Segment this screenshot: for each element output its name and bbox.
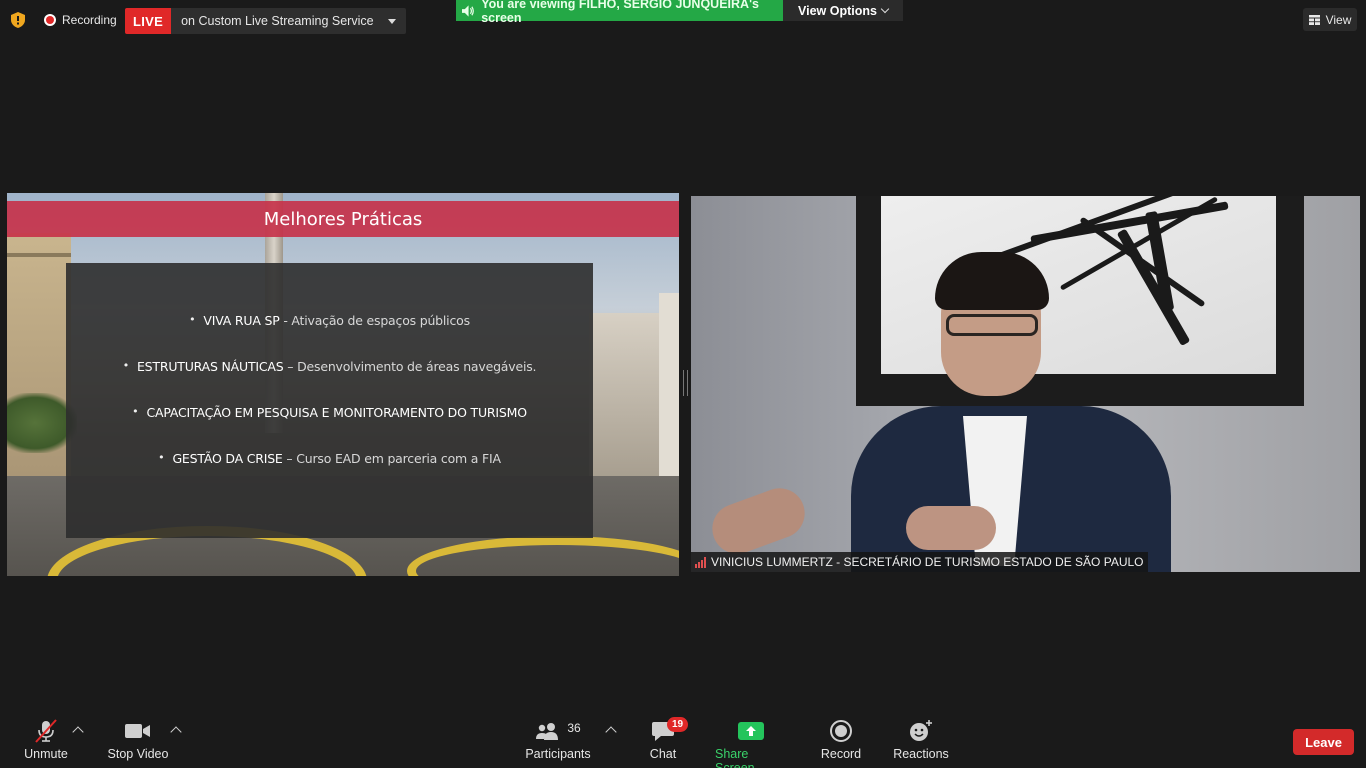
- view-options-button[interactable]: View Options: [783, 0, 903, 21]
- view-label: View: [1325, 12, 1352, 27]
- participants-label: Participants: [525, 747, 591, 761]
- slide-background-tower: [659, 293, 679, 483]
- unmute-button[interactable]: Unmute: [22, 718, 70, 761]
- participants-count: 36: [567, 721, 581, 735]
- speaker-hand: [906, 506, 996, 550]
- slide-bullet: • GESTÃO DA CRISE – Curso EAD em parceri…: [66, 451, 593, 466]
- shared-screen[interactable]: Melhores Práticas • VIVA RUA SP - Ativaç…: [7, 193, 679, 576]
- viewing-notice: You are viewing FILHO, SERGIO JUNQUEIRA'…: [456, 0, 783, 25]
- record-icon: [830, 720, 852, 742]
- bullet-text: - Ativação de espaços públicos: [279, 313, 470, 328]
- recording-indicator[interactable]: Recording: [44, 13, 117, 27]
- unmute-label: Unmute: [24, 747, 68, 761]
- participants-button[interactable]: 36 Participants: [525, 718, 591, 761]
- video-options-caret[interactable]: [170, 726, 182, 738]
- slide-bullet: • CAPACITAÇÃO EM PESQUISA E MONITORAMENT…: [66, 405, 593, 420]
- live-service-label: on Custom Live Streaming Service: [181, 14, 374, 28]
- recording-icon: [44, 14, 56, 26]
- bullet-heading: GESTÃO DA CRISE: [172, 451, 283, 466]
- slide-bullet: • VIVA RUA SP - Ativação de espaços públ…: [66, 313, 593, 328]
- record-label: Record: [820, 747, 862, 761]
- speaker-name-tag: VINICIUS LUMMERTZ - SECRETÁRIO DE TURISM…: [691, 552, 1148, 572]
- video-camera-icon: [125, 724, 150, 738]
- slide-content-panel: • VIVA RUA SP - Ativação de espaços públ…: [66, 263, 593, 538]
- view-button[interactable]: View: [1303, 8, 1357, 31]
- stop-video-button[interactable]: Stop Video: [106, 718, 170, 761]
- slide-background-building: [7, 233, 71, 493]
- slide-bullet: • ESTRUTURAS NÁUTICAS – Desenvolvimento …: [66, 359, 593, 374]
- view-grid-icon: [1308, 14, 1320, 25]
- chat-unread-badge: 19: [667, 717, 688, 732]
- bullet-dot: •: [189, 313, 196, 326]
- live-service-dropdown[interactable]: on Custom Live Streaming Service: [171, 8, 406, 34]
- signal-bars-icon: [695, 556, 706, 568]
- bullet-heading: CAPACITAÇÃO EM PESQUISA E MONITORAMENTO …: [146, 405, 527, 420]
- slide-title-bar: Melhores Práticas: [7, 201, 679, 237]
- record-button[interactable]: Record: [820, 718, 862, 761]
- reactions-button[interactable]: Reactions: [893, 718, 949, 761]
- speaker-video[interactable]: [691, 196, 1360, 572]
- speaker-glasses: [946, 314, 1038, 336]
- split-view-drag-handle[interactable]: [683, 370, 688, 396]
- bullet-text: – Desenvolvimento de áreas navegáveis.: [283, 359, 537, 374]
- reactions-label: Reactions: [893, 747, 949, 761]
- share-screen-label: Share Screen: [715, 747, 755, 768]
- audio-options-caret[interactable]: [72, 726, 84, 738]
- bullet-heading: ESTRUTURAS NÁUTICAS: [136, 359, 284, 374]
- speaker-icon: [462, 4, 474, 17]
- art-stroke: [1059, 196, 1219, 291]
- bullet-dot: •: [132, 405, 139, 418]
- participants-icon: [536, 723, 559, 740]
- chevron-down-icon: [880, 4, 890, 14]
- view-options-label: View Options: [798, 3, 877, 18]
- caret-down-icon: [387, 18, 396, 24]
- bullet-dot: •: [122, 359, 130, 372]
- bullet-dot: •: [158, 451, 165, 464]
- stop-video-label: Stop Video: [107, 747, 169, 761]
- mic-muted-icon: [35, 719, 57, 743]
- slide-title: Melhores Práticas: [263, 208, 423, 230]
- live-stream-menu[interactable]: LIVE on Custom Live Streaming Service: [125, 8, 406, 34]
- reactions-icon: [910, 720, 932, 741]
- participants-options-caret[interactable]: [605, 726, 617, 738]
- bullet-text: – Curso EAD em parceria com a FIA: [282, 451, 501, 466]
- bullet-heading: VIVA RUA SP: [203, 313, 280, 328]
- screen-share-banner: You are viewing FILHO, SERGIO JUNQUEIRA'…: [456, 0, 903, 25]
- security-shield-icon[interactable]: [11, 12, 25, 28]
- share-screen-icon: [738, 722, 764, 740]
- speaker-hand: [705, 481, 812, 561]
- share-screen-button[interactable]: Share Screen: [715, 718, 787, 768]
- speaker-name: VINICIUS LUMMERTZ - SECRETÁRIO DE TURISM…: [711, 555, 1144, 569]
- chat-label: Chat: [649, 747, 677, 761]
- viewing-text: You are viewing FILHO, SERGIO JUNQUEIRA'…: [481, 0, 759, 25]
- leave-button[interactable]: Leave: [1293, 729, 1354, 755]
- slide-background-detail: [7, 253, 71, 257]
- video-wall-frame: [856, 196, 1304, 406]
- recording-label: Recording: [62, 13, 117, 27]
- live-badge: LIVE: [125, 8, 172, 34]
